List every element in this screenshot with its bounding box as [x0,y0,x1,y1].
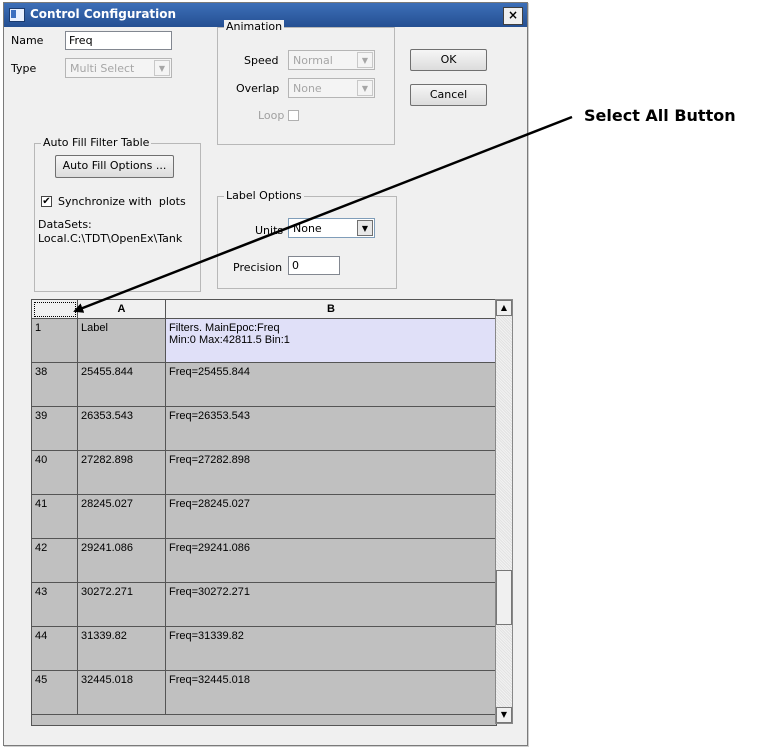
annotation-arrow [73,115,573,313]
annotation-arrow-line [73,115,573,313]
